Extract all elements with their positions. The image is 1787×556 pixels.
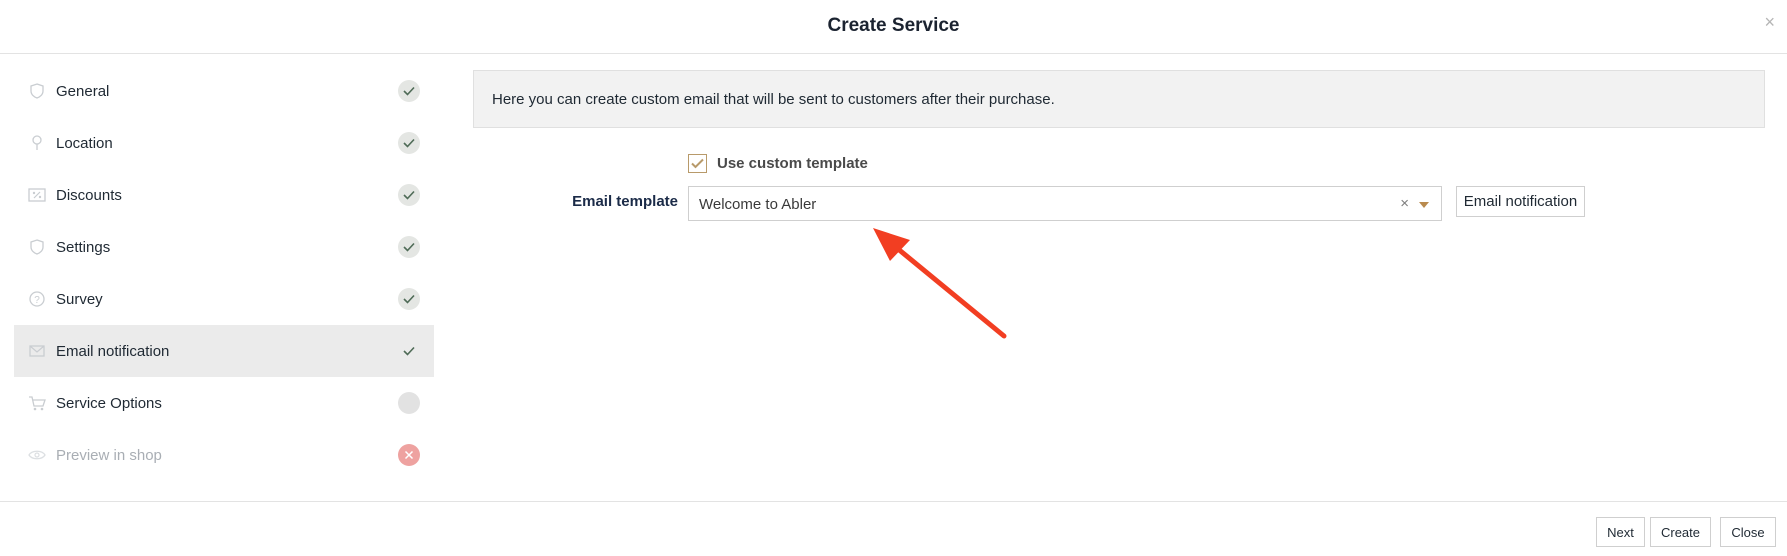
check-icon [398, 184, 420, 206]
check-icon [398, 236, 420, 258]
email-notification-button[interactable]: Email notification [1456, 186, 1585, 217]
next-button[interactable]: Next [1596, 517, 1645, 547]
question-icon: ? [28, 290, 46, 308]
create-button[interactable]: Create [1650, 517, 1711, 547]
sidebar-item-label: Discounts [56, 186, 122, 204]
modal-footer [0, 501, 1787, 556]
email-template-select[interactable]: Welcome to Abler × [688, 186, 1442, 221]
sidebar-item-preview-in-shop[interactable]: Preview in shop [14, 429, 434, 481]
check-icon [398, 288, 420, 310]
sidebar-item-settings[interactable]: Settings [14, 221, 434, 273]
eye-icon [28, 446, 46, 464]
cart-icon [28, 394, 46, 412]
check-icon [398, 80, 420, 102]
use-custom-template-toggle[interactable]: Use custom template [688, 154, 868, 173]
chevron-down-icon[interactable] [1419, 202, 1429, 208]
sidebar-item-label: Settings [56, 238, 111, 256]
envelope-icon [28, 342, 46, 360]
sidebar-item-label: Preview in shop [56, 446, 162, 464]
shield-icon [28, 82, 46, 100]
sidebar-item-service-options[interactable]: Service Options [14, 377, 434, 429]
annotation-arrow-icon [873, 228, 1007, 339]
pending-status-icon [398, 392, 420, 414]
sidebar-item-label: Email notification [56, 342, 170, 360]
error-icon [398, 444, 420, 466]
check-icon [398, 340, 420, 362]
sidebar-item-email-notification[interactable]: Email notification [14, 325, 434, 377]
info-box: Here you can create custom email that wi… [473, 70, 1765, 128]
sidebar-item-discounts[interactable]: Discounts [14, 169, 434, 221]
info-text: Here you can create custom email that wi… [492, 90, 1055, 108]
close-button[interactable]: Close [1720, 517, 1776, 547]
sidebar-item-label: Survey [56, 290, 103, 308]
svg-text:?: ? [34, 295, 40, 306]
close-icon[interactable]: × [1764, 12, 1775, 33]
sidebar: General Location Discounts Settings ? Su… [14, 65, 434, 481]
percent-icon [28, 186, 46, 204]
pin-icon [28, 134, 46, 152]
sidebar-item-survey[interactable]: ? Survey [14, 273, 434, 325]
modal-title: Create Service [827, 15, 960, 36]
sidebar-item-label: General [56, 82, 110, 100]
check-icon [398, 132, 420, 154]
modal-header: Create Service × [0, 0, 1787, 54]
sidebar-item-label: Location [56, 134, 113, 152]
email-template-value: Welcome to Abler [699, 196, 817, 213]
shield-icon [28, 238, 46, 256]
sidebar-item-general[interactable]: General [14, 65, 434, 117]
use-custom-template-label: Use custom template [717, 155, 868, 172]
sidebar-item-location[interactable]: Location [14, 117, 434, 169]
use-custom-template-checkbox[interactable] [688, 154, 707, 173]
clear-icon[interactable]: × [1400, 195, 1409, 212]
sidebar-item-label: Service Options [56, 394, 162, 412]
email-template-label: Email template [572, 193, 678, 210]
